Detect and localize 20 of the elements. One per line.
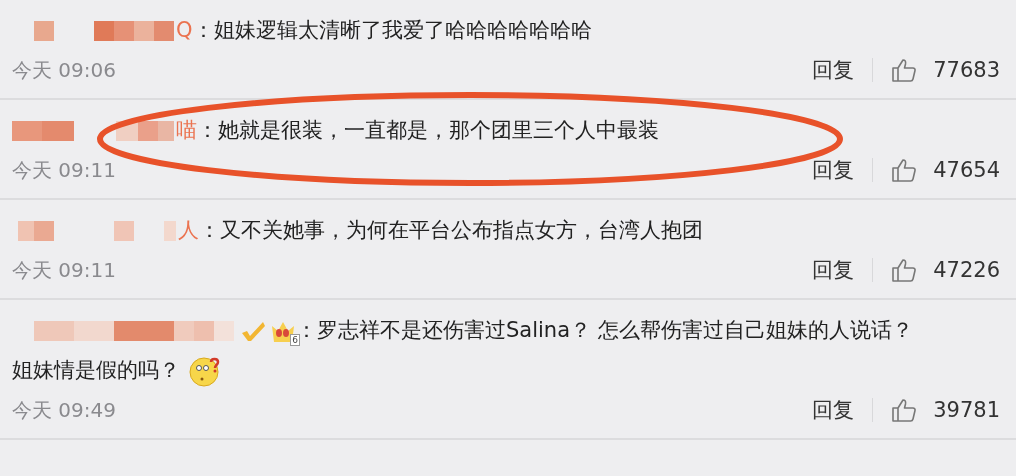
comment-text: 姐妹情是假的吗？ <box>12 358 180 382</box>
like-count: 47226 <box>933 258 1000 282</box>
comment-time: 今天 09:49 <box>12 396 117 424</box>
reply-link[interactable]: 回复 <box>812 396 855 424</box>
comment-time: 今天 09:11 <box>12 156 117 184</box>
comment-time: 今天 09:06 <box>12 56 117 84</box>
reply-link[interactable]: 回复 <box>812 56 855 84</box>
like-count: 77683 <box>933 58 1000 82</box>
thumbs-up-icon[interactable] <box>891 57 918 83</box>
like-count: 39781 <box>933 398 1000 422</box>
comment-text: ：她就是很装，一直都是，那个团里三个人中最装 <box>197 118 659 142</box>
reply-link[interactable]: 回复 <box>812 256 855 284</box>
thumbs-up-icon[interactable] <box>891 257 918 283</box>
thumbs-up-icon[interactable] <box>891 397 918 423</box>
comment-text: ：姐妹逻辑太清晰了我爱了哈哈哈哈哈哈哈 <box>192 18 592 42</box>
like-count: 47654 <box>933 158 1000 182</box>
reply-link[interactable]: 回复 <box>812 156 855 184</box>
comment-time: 今天 09:11 <box>12 256 117 284</box>
comment-text: ：又不关她事，为何在平台公布指点女方，台湾人抱团 <box>199 218 703 242</box>
thumbs-up-icon[interactable] <box>891 157 918 183</box>
